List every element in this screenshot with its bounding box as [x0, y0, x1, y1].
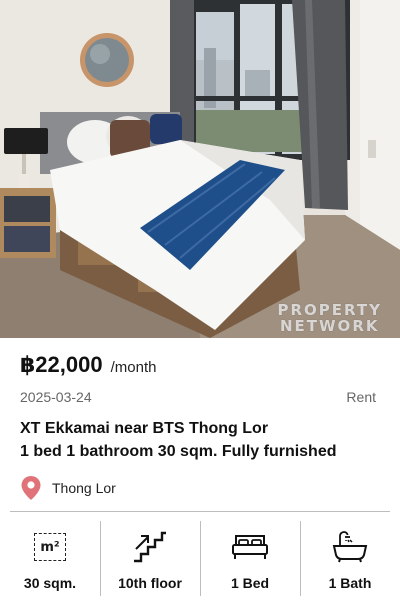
- listing-title[interactable]: XT Ekkamai near BTS Thong Lor 1 bed 1 ba…: [20, 417, 385, 463]
- area-icon: m²: [34, 533, 66, 561]
- feature-bath-label: 1 Bath: [328, 575, 372, 591]
- divider: [10, 511, 390, 512]
- title-line-1: XT Ekkamai near BTS Thong Lor: [20, 420, 269, 437]
- listing-type: Rent: [346, 389, 376, 405]
- bedroom-image: [0, 0, 400, 338]
- location: Thong Lor: [20, 475, 116, 501]
- feature-area: m² 30 sqm.: [0, 521, 100, 596]
- stairs-icon: [134, 531, 166, 563]
- watermark-line-1: PROPERTY: [277, 301, 382, 319]
- location-text: Thong Lor: [52, 480, 116, 496]
- bed-icon: [232, 535, 268, 559]
- features-bar: m² 30 sqm. 10th floor 1 Bed 1 Bath: [0, 521, 400, 596]
- feature-bed: 1 Bed: [200, 521, 300, 596]
- feature-area-label: 30 sqm.: [23, 575, 77, 591]
- feature-floor: 10th floor: [100, 521, 200, 596]
- price-unit: /month: [110, 359, 157, 376]
- feature-floor-label: 10th floor: [118, 575, 182, 591]
- watermark: PROPERTY NETWORK: [277, 302, 382, 334]
- price: ฿22,000: [20, 352, 103, 377]
- feature-bed-label: 1 Bed: [230, 575, 270, 591]
- feature-bath: 1 Bath: [300, 521, 400, 596]
- price-row: ฿22,000 /month: [20, 352, 156, 378]
- location-pin-icon: [21, 476, 41, 500]
- title-line-2: 1 bed 1 bathroom 30 sqm. Fully furnished: [20, 443, 337, 460]
- listing-photo[interactable]: PROPERTY NETWORK: [0, 0, 400, 338]
- listing-date: 2025-03-24: [20, 389, 92, 405]
- bathtub-icon: [332, 531, 368, 563]
- watermark-line-2: NETWORK: [279, 317, 380, 335]
